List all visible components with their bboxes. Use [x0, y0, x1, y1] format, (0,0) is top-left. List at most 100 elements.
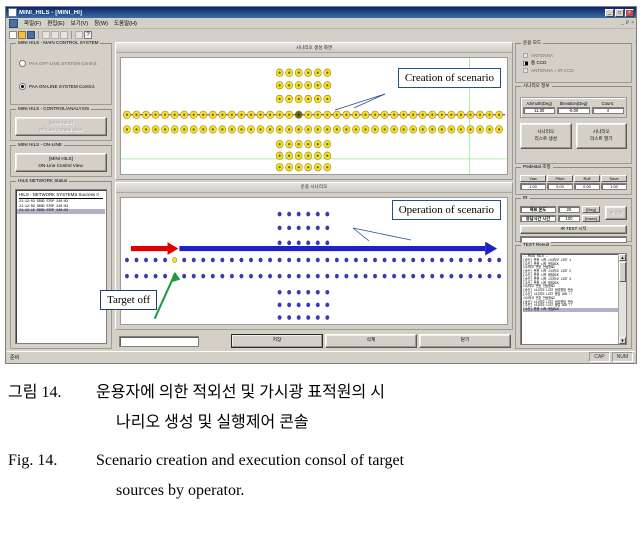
operation-marker[interactable]: [258, 257, 263, 262]
delete-button[interactable]: 삭제: [325, 334, 417, 348]
operation-marker[interactable]: [229, 273, 234, 279]
cut-icon[interactable]: [42, 31, 50, 39]
operation-marker[interactable]: [497, 257, 502, 262]
ir-send-button[interactable]: IR 전송: [605, 206, 627, 220]
operation-marker[interactable]: [134, 273, 139, 279]
operation-marker[interactable]: [468, 257, 473, 262]
radio-online-icon[interactable]: [19, 83, 26, 90]
operation-marker[interactable]: [220, 273, 225, 279]
operation-marker[interactable]: [411, 273, 416, 279]
operation-marker[interactable]: [449, 257, 454, 262]
copy-icon[interactable]: [51, 31, 59, 39]
antenna-checkbox-icon[interactable]: [523, 53, 528, 58]
checkbox-antenna-ir-ccd[interactable]: ANTENNA + IR CCD: [523, 68, 627, 73]
operation-marker[interactable]: [306, 314, 311, 320]
operation-marker[interactable]: [306, 257, 311, 262]
command-input[interactable]: [119, 335, 199, 347]
operation-marker[interactable]: [153, 257, 158, 262]
operation-marker[interactable]: [353, 273, 358, 279]
operation-marker[interactable]: [287, 225, 292, 230]
operation-marker[interactable]: [296, 211, 301, 216]
elevation-input[interactable]: -6.00: [557, 107, 590, 114]
operation-marker[interactable]: [287, 314, 292, 320]
target-off-marker[interactable]: [172, 256, 178, 263]
operation-marker[interactable]: [430, 273, 435, 279]
scroll-down-arrow-icon[interactable]: ▼: [619, 337, 626, 344]
operation-marker[interactable]: [382, 257, 387, 262]
network-list-item[interactable]: 21:12:15 SEND STOP 240:03: [17, 209, 105, 214]
mdi-close-button[interactable]: ×: [631, 20, 634, 26]
operation-marker[interactable]: [268, 257, 273, 262]
menu-item-file[interactable]: 파일(F): [21, 19, 44, 27]
operation-marker[interactable]: [325, 302, 330, 307]
operation-marker[interactable]: [334, 273, 339, 279]
operation-marker[interactable]: [182, 257, 187, 262]
operation-marker[interactable]: [420, 273, 425, 279]
operation-marker[interactable]: [201, 257, 206, 262]
online-control-view-button[interactable]: [MINI HILS] ON-Line Control View.: [15, 153, 107, 172]
operation-marker[interactable]: [277, 314, 282, 320]
operation-marker[interactable]: [287, 289, 292, 295]
mdi-minimize-button[interactable]: _: [621, 20, 624, 26]
operation-marker[interactable]: [478, 257, 482, 262]
operation-marker[interactable]: [334, 257, 339, 262]
count-input[interactable]: 4: [591, 107, 624, 114]
minimize-button[interactable]: _: [605, 8, 614, 17]
operation-marker[interactable]: [306, 240, 311, 245]
operation-marker[interactable]: [287, 273, 292, 279]
operation-marker[interactable]: [296, 314, 301, 320]
operation-marker[interactable]: [315, 211, 320, 216]
operation-marker[interactable]: [249, 257, 253, 262]
operation-marker[interactable]: [287, 240, 292, 245]
pedestal-header-save[interactable]: Save: [601, 175, 627, 182]
operation-marker[interactable]: [277, 257, 282, 262]
operation-marker[interactable]: [306, 225, 311, 230]
operation-marker[interactable]: [144, 273, 149, 279]
operation-marker[interactable]: [315, 302, 320, 307]
menu-item-window[interactable]: 창(W): [91, 19, 111, 27]
menu-item-view[interactable]: 보기(V): [68, 19, 91, 27]
pedestal-value-yaw[interactable]: 1.00: [520, 183, 546, 190]
operation-marker[interactable]: [325, 289, 330, 295]
operation-marker[interactable]: [268, 273, 273, 279]
operation-marker[interactable]: [468, 273, 473, 279]
operation-marker[interactable]: [363, 257, 368, 262]
maximize-button[interactable]: □: [615, 8, 624, 17]
operation-marker[interactable]: [277, 289, 282, 295]
operation-marker[interactable]: [392, 273, 397, 279]
operation-marker[interactable]: [325, 314, 330, 320]
network-status-listbox[interactable]: HILS - NETWORK SYSTEMS Success !! 21:12:…: [15, 189, 107, 344]
ir-temp-name[interactable]: 목표 온도: [520, 206, 556, 213]
operation-marker[interactable]: [229, 257, 234, 262]
operation-marker[interactable]: [277, 225, 282, 230]
create-scenario-list-button[interactable]: 시나리오 리스트 생성: [520, 123, 572, 149]
operation-marker[interactable]: [182, 273, 187, 279]
operation-marker[interactable]: [401, 273, 406, 279]
operation-marker[interactable]: [344, 273, 349, 279]
operation-marker[interactable]: [315, 314, 320, 320]
operation-marker[interactable]: [315, 257, 320, 262]
mdi-restore-button[interactable]: ₽: [626, 20, 629, 26]
operation-marker[interactable]: [239, 257, 244, 262]
close-button[interactable]: ×: [625, 8, 634, 17]
operation-marker[interactable]: [277, 211, 282, 216]
operation-marker[interactable]: [287, 257, 292, 262]
ir-time-name[interactable]: 응답시간 시간: [520, 215, 556, 222]
operation-marker[interactable]: [220, 257, 225, 262]
operation-marker[interactable]: [287, 211, 292, 216]
operation-marker[interactable]: [325, 240, 330, 245]
pedestal-value-roll[interactable]: 0.00: [574, 183, 600, 190]
operation-marker[interactable]: [163, 273, 168, 279]
checkbox-ccd[interactable]: 통 CCD: [523, 60, 627, 66]
operation-marker[interactable]: [144, 257, 149, 262]
operation-marker[interactable]: [306, 273, 311, 279]
operation-marker[interactable]: [420, 257, 425, 262]
test-result-line[interactable]: [수신] 운용 시작 응답ACK: [523, 307, 625, 312]
antenna-ir-ccd-checkbox-icon[interactable]: [523, 68, 528, 73]
ir-time-value[interactable]: 100: [558, 215, 580, 222]
operation-marker[interactable]: [201, 273, 206, 279]
scenario-creation-canvas[interactable]: Creation of scenario: [120, 57, 508, 175]
operation-marker[interactable]: [306, 302, 311, 307]
ccd-checkbox-icon[interactable]: [523, 60, 528, 66]
operation-marker[interactable]: [411, 257, 416, 262]
